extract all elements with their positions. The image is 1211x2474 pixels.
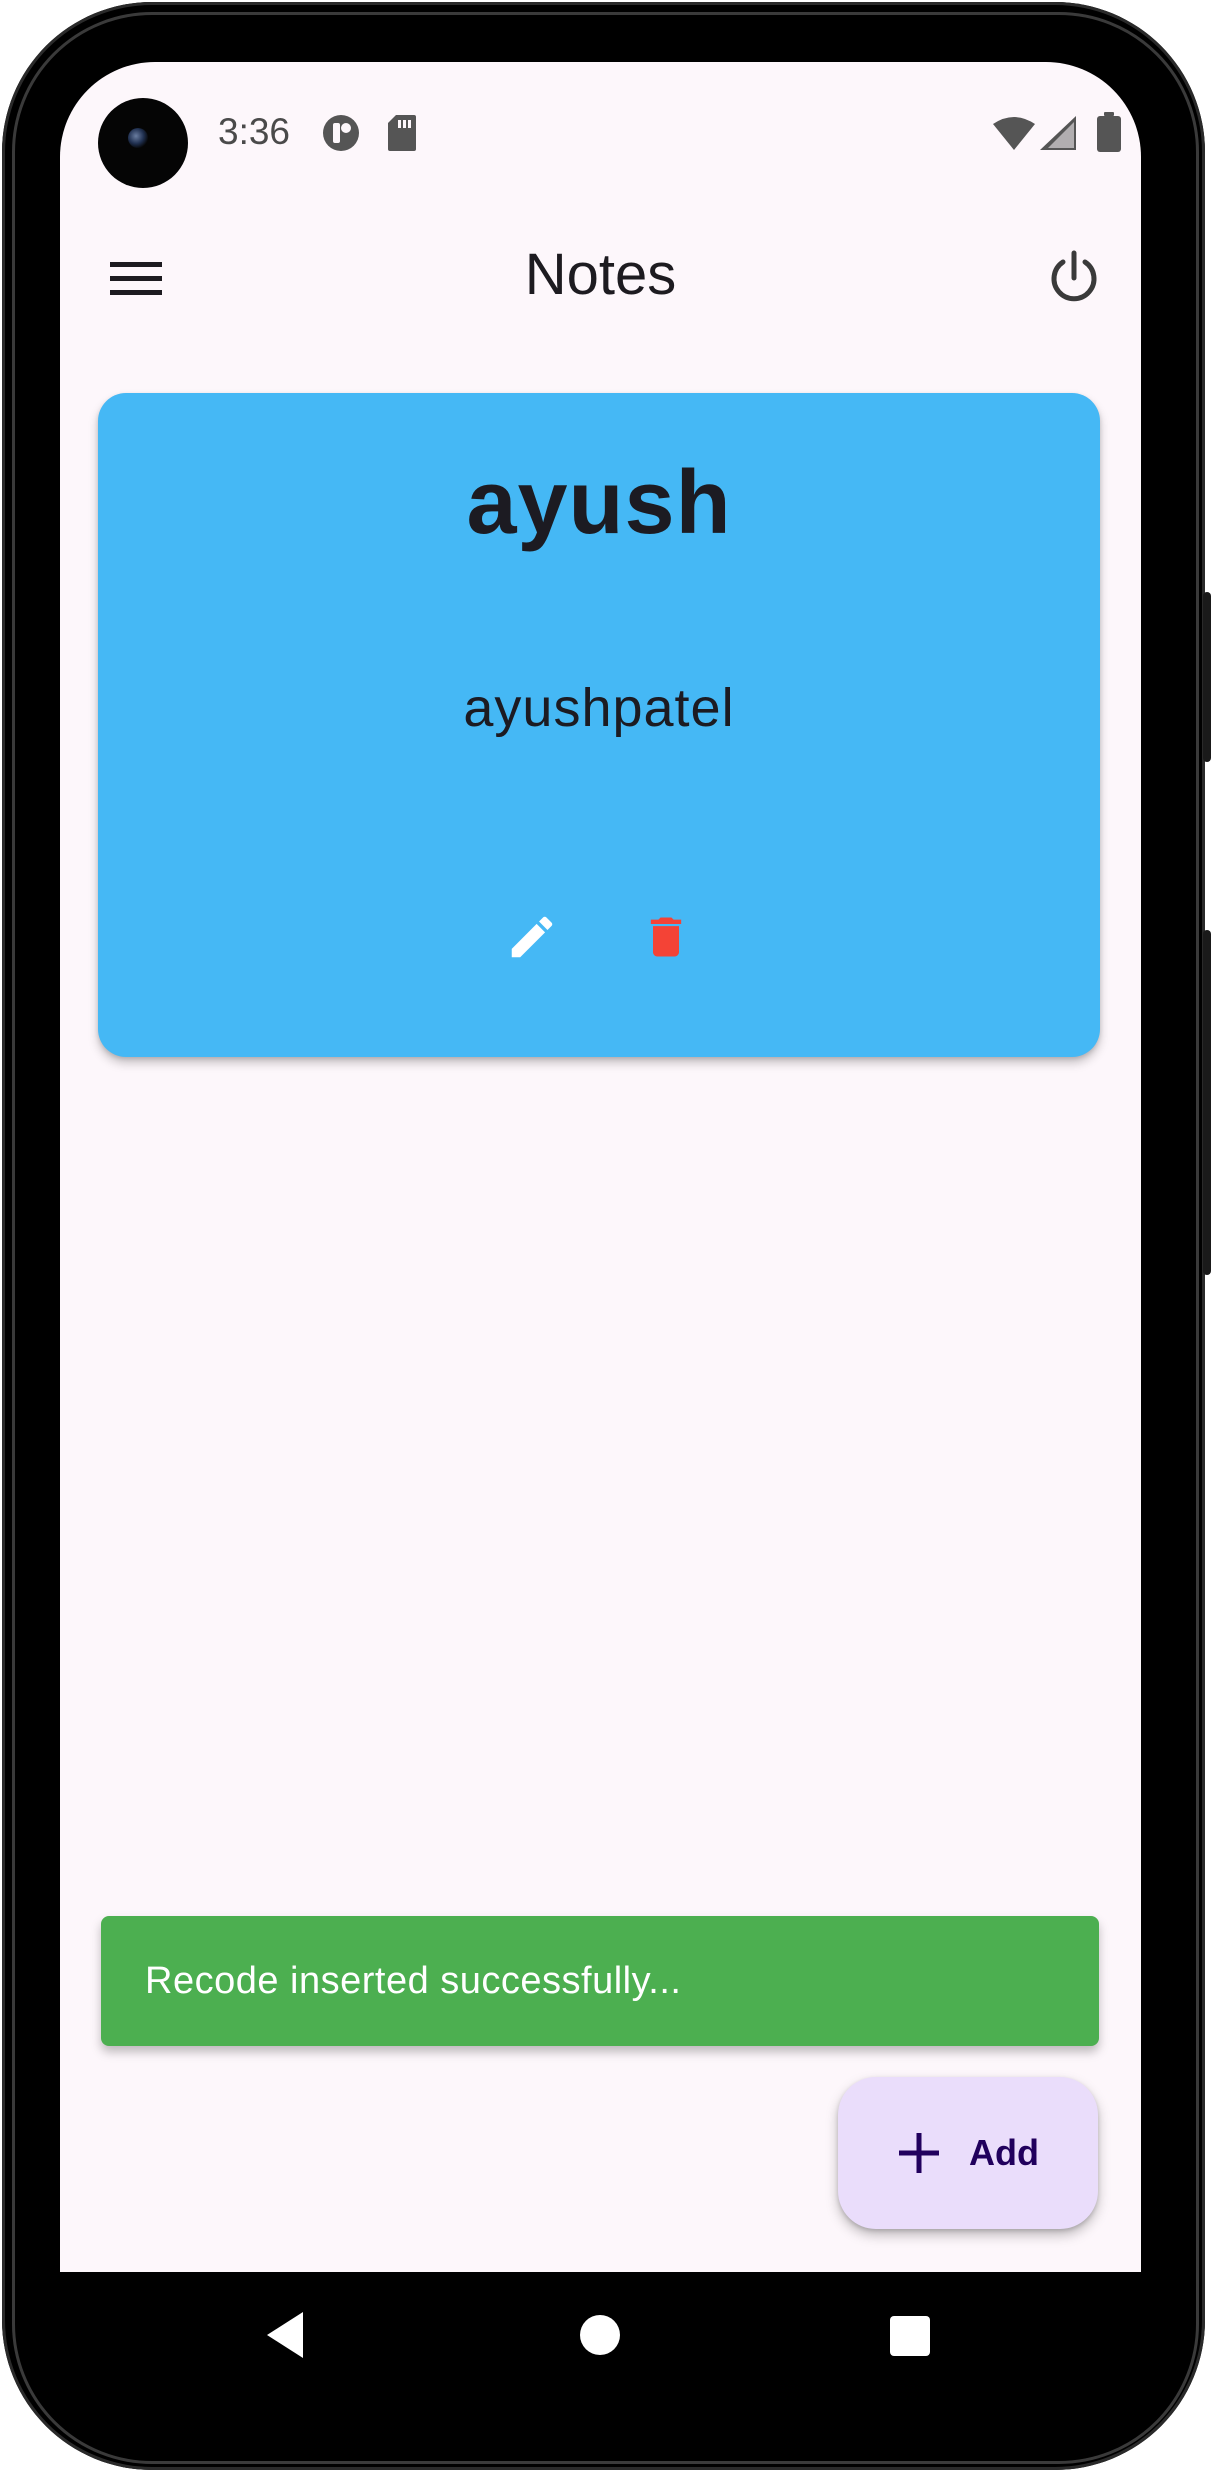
- delete-note-button[interactable]: [632, 903, 700, 971]
- add-note-button[interactable]: Add: [838, 2077, 1098, 2229]
- recents-icon[interactable]: [890, 2316, 930, 2356]
- note-body: ayushpatel: [463, 678, 735, 738]
- battery-icon: [1097, 112, 1121, 152]
- note-title: ayush: [466, 453, 732, 553]
- camera-icon: [98, 98, 188, 188]
- snackbar-message: Recode inserted successfully...: [145, 1960, 682, 2002]
- cell-signal-icon: [1040, 116, 1076, 150]
- add-button-label: Add: [969, 2132, 1039, 2173]
- power-side-button: [1203, 930, 1211, 1275]
- status-time: 3:36: [218, 111, 291, 152]
- phone-device: 3:36 Notes ayush ayushpatel Recode inser…: [0, 0, 1211, 2474]
- logout-button[interactable]: [1038, 242, 1110, 314]
- wifi-icon: [993, 117, 1035, 150]
- home-icon[interactable]: [580, 2315, 620, 2355]
- notification-app-icon: [323, 115, 359, 151]
- volume-button: [1203, 592, 1211, 762]
- plus-icon: [899, 2133, 939, 2173]
- power-icon: [1051, 250, 1097, 302]
- note-card[interactable]: ayush ayushpatel: [98, 393, 1100, 1057]
- back-icon[interactable]: [263, 2310, 307, 2360]
- page-title: Notes: [524, 242, 677, 307]
- app-screen: 3:36 Notes ayush ayushpatel Recode inser…: [60, 62, 1141, 2272]
- edit-note-button[interactable]: [498, 903, 566, 971]
- sd-card-icon: [388, 115, 416, 151]
- edit-icon: [511, 916, 553, 958]
- delete-icon: [650, 917, 682, 957]
- snackbar: Recode inserted successfully...: [101, 1916, 1099, 2046]
